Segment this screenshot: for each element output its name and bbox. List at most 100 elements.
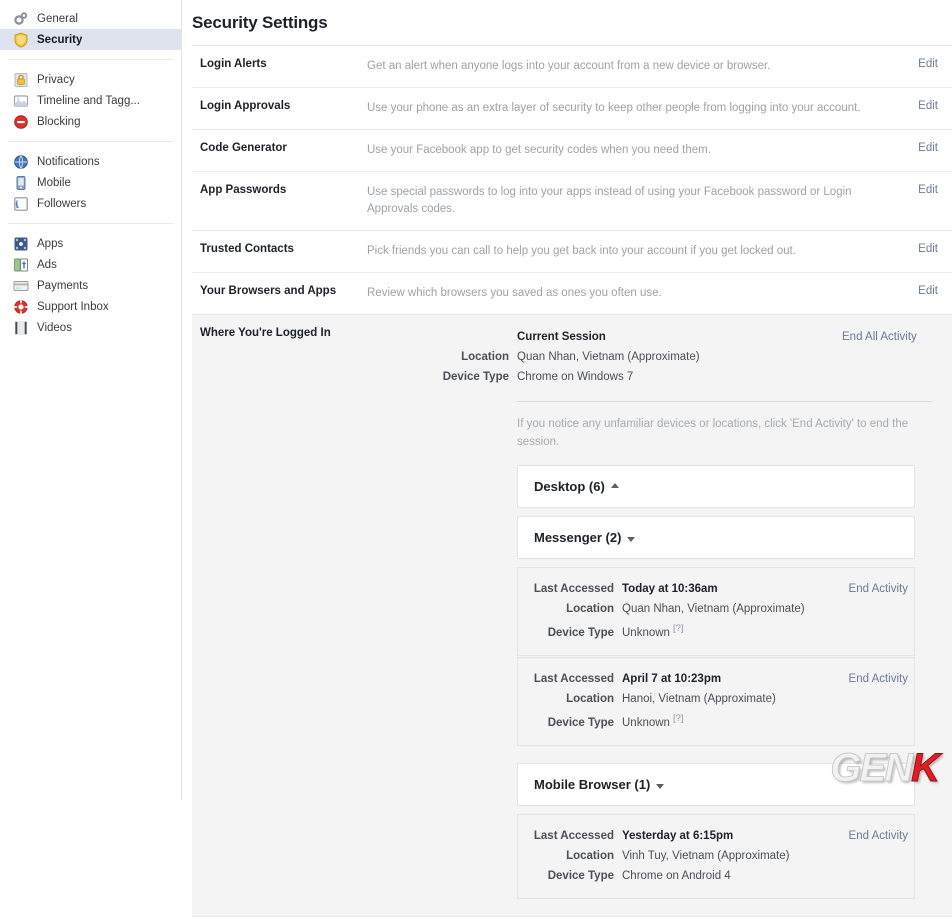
end-activity-link[interactable]: End Activity: [828, 669, 914, 689]
globe-icon: [13, 154, 29, 170]
sidebar-item-apps[interactable]: Apps: [0, 233, 181, 254]
settings-sidebar: General Security Privacy Timeline and Tagg.…: [0, 0, 182, 800]
settings-page: General Security Privacy Timeline and Tagg.…: [0, 0, 952, 917]
session-last-accessed-row: Last Accessed April 7 at 10:23pm End Activ…: [518, 669, 914, 689]
sidebar-item-label: Followers: [37, 197, 87, 210]
sidebar-item-label: Payments: [37, 279, 89, 292]
session-device-type-key: Device Type: [547, 716, 614, 729]
edit-link[interactable]: Edit: [906, 100, 952, 112]
sidebar-item-payments[interactable]: Payments: [0, 275, 181, 296]
gears-icon: [13, 11, 29, 27]
end-activity-link[interactable]: End Activity: [828, 826, 914, 846]
security-setting-row: Trusted Contacts Pick friends you can cal…: [192, 231, 952, 273]
chevron-down-icon[interactable]: [656, 783, 665, 789]
session-location-value: Vinh Tuy, Vietnam (Approximate): [622, 849, 790, 862]
session-location-value: Hanoi, Vietnam (Approximate): [622, 692, 776, 705]
session-device-type-value: Chrome on Android 4: [622, 866, 828, 886]
sidebar-item-ads[interactable]: Ads: [0, 254, 181, 275]
end-all-activity-link[interactable]: End All Activity: [842, 327, 932, 347]
chevron-down-icon[interactable]: [627, 537, 636, 542]
session-location-row: Location Vinh Tuy, Vietnam (Approximate): [518, 846, 914, 866]
sidebar-divider: [8, 59, 173, 60]
sidebar-item-security[interactable]: Security: [0, 29, 181, 50]
current-session-heading-row: Current Session End All Activity: [367, 327, 932, 347]
device-group-name: Desktop (6): [534, 479, 605, 494]
section-divider: [517, 401, 932, 402]
session-location-key: Location: [566, 692, 614, 705]
session-card: Last Accessed April 7 at 10:23pm End Activ…: [517, 656, 915, 746]
edit-link[interactable]: Edit: [906, 142, 952, 154]
logged-in-title: Where You're Logged In: [200, 327, 331, 339]
security-setting-row: App Passwords Use special passwords to lo…: [192, 172, 952, 231]
device-type-help-icon[interactable]: [?]: [673, 623, 684, 634]
security-setting-label: Login Approvals: [200, 100, 291, 112]
session-device-type-text: Unknown: [622, 626, 670, 639]
sidebar-item-mobile[interactable]: Mobile: [0, 172, 181, 193]
device-group-header[interactable]: Desktop (6): [517, 465, 915, 508]
security-setting-description: Get an alert when anyone logs into your …: [367, 60, 771, 72]
sidebar-item-privacy[interactable]: Privacy: [0, 69, 181, 90]
current-session-location-value: Quan Nhan, Vietnam (Approximate): [517, 351, 700, 363]
sidebar-item-timeline-and-tagg[interactable]: Timeline and Tagg...: [0, 90, 181, 111]
lock-icon: [13, 72, 29, 88]
device-group-header[interactable]: Messenger (2): [517, 516, 915, 559]
sidebar-item-label: Videos: [37, 321, 72, 334]
security-setting-row: Login Approvals Use your phone as an extr…: [192, 88, 952, 130]
session-last-accessed-key: Last Accessed: [533, 583, 614, 595]
sidebar-group: Privacy Timeline and Tagg... Blocking: [0, 69, 181, 132]
session-last-accessed-value: April 7 at 10:23pm: [622, 672, 722, 685]
session-last-accessed-value: Yesterday at 6:15pm: [622, 829, 734, 842]
security-setting-description: Review which browsers you saved as ones …: [367, 287, 662, 299]
edit-link[interactable]: Edit: [906, 184, 952, 196]
logged-in-body: Current Session End All Activity Locatio…: [367, 327, 952, 916]
current-session-device-value: Chrome on Windows 7: [517, 371, 634, 383]
sidebar-item-label: Apps: [37, 237, 64, 250]
sidebar-item-blocking[interactable]: Blocking: [0, 111, 181, 132]
session-device-type-row: Device Type Chrome on Android 4: [518, 866, 914, 886]
sidebar-divider: [8, 223, 173, 224]
session-location-value: Quan Nhan, Vietnam (Approximate): [622, 603, 805, 615]
session-last-accessed-value: Today at 10:36am: [622, 583, 718, 595]
apps-icon: [13, 236, 29, 252]
security-setting-description: Pick friends you can call to help you ge…: [367, 245, 796, 257]
card-icon: [13, 278, 29, 294]
sidebar-item-support-inbox[interactable]: Support Inbox: [0, 296, 181, 317]
shield-icon: [13, 32, 29, 48]
main-content: Security Settings Login Alerts Get an ale…: [182, 0, 952, 917]
rss-icon: [13, 196, 29, 212]
lifering-icon: [13, 299, 29, 315]
sidebar-group: Notifications Mobile Followers: [0, 151, 181, 214]
session-device-type-value: Unknown [?]: [622, 709, 828, 733]
edit-link[interactable]: Edit: [906, 243, 952, 255]
edit-link[interactable]: Edit: [906, 58, 952, 70]
sidebar-item-videos[interactable]: Videos: [0, 317, 181, 338]
film-icon: [13, 320, 29, 336]
device-type-help-icon[interactable]: [?]: [673, 713, 684, 724]
security-setting-row: Code Generator Use your Facebook app to g…: [192, 130, 952, 172]
device-group-name: Mobile Browser (1): [534, 776, 651, 792]
device-group-header[interactable]: Mobile Browser (1): [517, 762, 915, 806]
sidebar-item-followers[interactable]: Followers: [0, 193, 181, 214]
security-setting-label: Code Generator: [200, 142, 287, 154]
current-session-device-key: Device Type: [442, 371, 509, 383]
current-session-device-row: Device Type Chrome on Windows 7: [367, 367, 932, 387]
device-group: Messenger (2) Last Accessed Today at 10:36…: [517, 516, 915, 763]
unfamiliar-devices-notice: If you notice any unfamiliar devices or …: [517, 418, 909, 448]
sidebar-item-label: Ads: [37, 258, 57, 271]
phone-icon: [13, 175, 29, 191]
edit-link[interactable]: Edit: [906, 285, 952, 297]
sidebar-item-label: Mobile: [37, 176, 71, 189]
session-card: Last Accessed Today at 10:36am End Activit…: [517, 567, 915, 656]
session-device-type-text: Chrome on Android 4: [622, 869, 731, 882]
sidebar-item-label: General: [37, 12, 78, 25]
session-last-accessed-key: Last Accessed: [533, 672, 614, 685]
current-session-heading: Current Session: [517, 331, 606, 343]
block-icon: [13, 114, 29, 130]
sidebar-divider: [8, 141, 173, 142]
device-group-name: Messenger (2): [534, 530, 622, 545]
end-activity-link[interactable]: End Activity: [828, 579, 914, 599]
chevron-up-icon[interactable]: [610, 483, 619, 488]
sidebar-item-notifications[interactable]: Notifications: [0, 151, 181, 172]
sidebar-item-general[interactable]: General: [0, 8, 181, 29]
